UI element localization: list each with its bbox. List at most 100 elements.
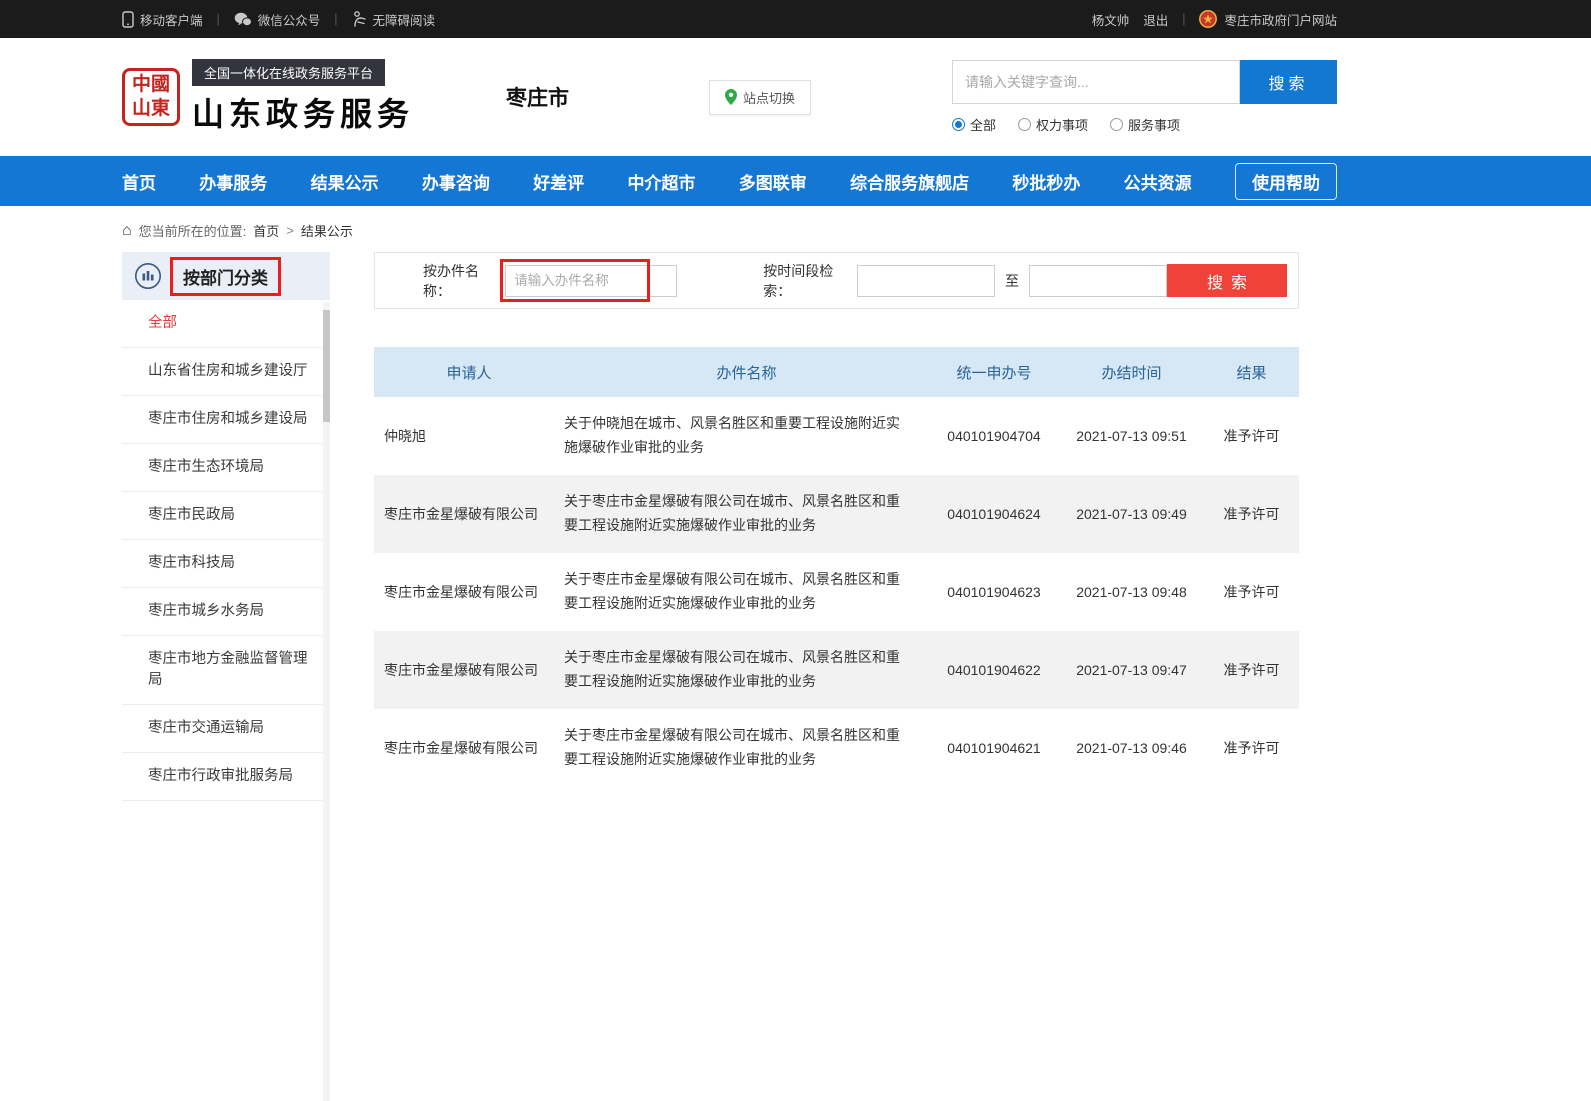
sidebar-scrollbar-track[interactable] [323, 302, 330, 1101]
sidebar-title: 按部门分类 [183, 269, 268, 288]
keyword-search-button[interactable]: 搜索 [1240, 60, 1337, 104]
nav-item-public-resources[interactable]: 公共资源 [1124, 169, 1192, 194]
sidebar-item-province-housing[interactable]: 山东省住房和城乡建设厅 [122, 348, 330, 396]
seal-text-bottom: 山東 [132, 97, 170, 121]
header-apply-no: 统一申办号 [929, 362, 1059, 383]
wechat-label: 微信公众号 [258, 10, 321, 29]
cell-result: 准予许可 [1204, 738, 1299, 758]
annotation-box-department: 按部门分类 [170, 257, 281, 296]
username[interactable]: 杨文帅 [1092, 10, 1130, 29]
radio-option-service-items[interactable]: 服务事项 [1110, 115, 1180, 134]
table-row: 枣庄市金星爆破有限公司 关于枣庄市金星爆破有限公司在城市、风景名胜区和重要工程设… [374, 631, 1299, 709]
filter-bar: 按办件名称： 按时间段检索： 至 搜索 [374, 252, 1299, 309]
site-logo-seal: 中國 山東 [122, 68, 180, 126]
topbar: 移动客户端 | 微信公众号 | 无障碍阅读 杨文帅 退出 | 枣庄市政府门户网站 [0, 0, 1591, 38]
cell-finish-time: 2021-07-13 09:48 [1059, 584, 1204, 600]
cell-apply-no: 040101904622 [929, 662, 1059, 678]
cell-finish-time: 2021-07-13 09:51 [1059, 428, 1204, 444]
sidebar-item-finance-regulation[interactable]: 枣庄市地方金融监督管理局 [122, 636, 330, 705]
cell-case-name: 关于枣庄市金星爆破有限公司在城市、风景名胜区和重要工程设施附近实施爆破作业审批的… [564, 646, 929, 694]
date-to-input[interactable] [1029, 265, 1167, 297]
cell-applicant: 枣庄市金星爆破有限公司 [374, 660, 564, 680]
nav-item-consult[interactable]: 办事咨询 [422, 169, 490, 194]
mobile-client-link[interactable]: 移动客户端 [122, 10, 203, 29]
topbar-separator: | [1182, 12, 1185, 26]
radio-icon[interactable] [1018, 118, 1031, 131]
sidebar-item-admin-approval[interactable]: 枣庄市行政审批服务局 [122, 753, 330, 801]
location-pin-icon [725, 89, 737, 105]
nav-item-multi-review[interactable]: 多图联审 [739, 169, 807, 194]
department-category-icon [134, 262, 162, 290]
cell-result: 准予许可 [1204, 426, 1299, 446]
main-navigation: 首页 办事服务 结果公示 办事咨询 好差评 中介超市 多图联审 综合服务旗舰店 … [0, 156, 1591, 206]
site-header: 中國 山東 全国一体化在线政务服务平台 山东政务服务 枣庄市 站点切换 搜索 全… [0, 38, 1591, 156]
filter-time-label: 按时间段检索： [763, 261, 857, 301]
date-from-input[interactable] [857, 265, 995, 297]
site-title: 山东政务服务 [192, 89, 414, 135]
sidebar-header: 按部门分类 [122, 252, 330, 300]
logout-link[interactable]: 退出 [1143, 10, 1168, 29]
wechat-link[interactable]: 微信公众号 [234, 10, 321, 29]
national-emblem-icon [1199, 10, 1217, 28]
nav-item-flagship-store[interactable]: 综合服务旗舰店 [850, 169, 969, 194]
cell-result: 准予许可 [1204, 660, 1299, 680]
nav-item-results[interactable]: 结果公示 [311, 169, 379, 194]
radio-option-all[interactable]: 全部 [952, 115, 996, 134]
sidebar-item-science-tech[interactable]: 枣庄市科技局 [122, 540, 330, 588]
platform-badge: 全国一体化在线政务服务平台 [192, 59, 385, 86]
page-content: 按部门分类 全部 山东省住房和城乡建设厅 枣庄市住房和城乡建设局 枣庄市生态环境… [122, 252, 1337, 801]
cell-finish-time: 2021-07-13 09:46 [1059, 740, 1204, 756]
home-icon: ⌂ [122, 223, 132, 239]
current-city: 枣庄市 [506, 82, 569, 112]
header-result: 结果 [1204, 362, 1299, 383]
cell-applicant: 仲晓旭 [374, 426, 564, 446]
accessibility-link[interactable]: 无障碍阅读 [352, 10, 436, 29]
site-switch-button[interactable]: 站点切换 [709, 80, 811, 115]
keyword-search-input[interactable] [952, 60, 1240, 104]
breadcrumb-prefix: 您当前所在的位置: [139, 221, 247, 240]
sidebar-item-ecology[interactable]: 枣庄市生态环境局 [122, 444, 330, 492]
results-main: 按办件名称： 按时间段检索： 至 搜索 申请人 办件名称 统一申办号 办结时间 … [374, 252, 1299, 787]
site-switch-label: 站点切换 [743, 88, 795, 107]
radio-icon[interactable] [952, 118, 965, 131]
header-applicant: 申请人 [374, 362, 564, 383]
breadcrumb-home-link[interactable]: 首页 [253, 221, 279, 240]
cell-apply-no: 040101904624 [929, 506, 1059, 522]
cell-apply-no: 040101904704 [929, 428, 1059, 444]
filter-search-button[interactable]: 搜索 [1167, 264, 1287, 297]
cell-applicant: 枣庄市金星爆破有限公司 [374, 582, 564, 602]
cell-case-name: 关于枣庄市金星爆破有限公司在城市、风景名胜区和重要工程设施附近实施爆破作业审批的… [564, 568, 929, 616]
nav-item-home[interactable]: 首页 [122, 169, 156, 194]
radio-icon[interactable] [1110, 118, 1123, 131]
sidebar-item-civil-affairs[interactable]: 枣庄市民政局 [122, 492, 330, 540]
table-row: 枣庄市金星爆破有限公司 关于枣庄市金星爆破有限公司在城市、风景名胜区和重要工程设… [374, 475, 1299, 553]
filter-name-label: 按办件名称： [423, 261, 503, 301]
accessibility-label: 无障碍阅读 [373, 10, 436, 29]
table-header-row: 申请人 办件名称 统一申办号 办结时间 结果 [374, 347, 1299, 397]
sidebar-scrollbar-thumb[interactable] [323, 310, 330, 422]
wechat-icon [234, 12, 252, 27]
site-logo-text: 全国一体化在线政务服务平台 山东政务服务 [192, 59, 414, 135]
nav-item-help[interactable]: 使用帮助 [1235, 163, 1337, 200]
nav-item-instant-approval[interactable]: 秒批秒办 [1012, 169, 1080, 194]
case-name-input[interactable] [505, 265, 677, 297]
header-search-zone: 搜索 全部 权力事项 服务事项 [952, 60, 1337, 134]
portal-link[interactable]: 枣庄市政府门户网站 [1224, 10, 1337, 29]
sidebar-item-water[interactable]: 枣庄市城乡水务局 [122, 588, 330, 636]
sidebar-item-city-housing[interactable]: 枣庄市住房和城乡建设局 [122, 396, 330, 444]
cell-finish-time: 2021-07-13 09:47 [1059, 662, 1204, 678]
nav-item-rating[interactable]: 好差评 [533, 169, 584, 194]
sidebar-item-transport[interactable]: 枣庄市交通运输局 [122, 705, 330, 753]
cell-apply-no: 040101904623 [929, 584, 1059, 600]
sidebar-item-all[interactable]: 全部 [122, 300, 330, 348]
department-list: 全部 山东省住房和城乡建设厅 枣庄市住房和城乡建设局 枣庄市生态环境局 枣庄市民… [122, 300, 330, 801]
nav-item-agency-market[interactable]: 中介超市 [627, 169, 695, 194]
breadcrumb: ⌂ 您当前所在的位置: 首页 > 结果公示 [122, 206, 1337, 252]
topbar-separator: | [217, 12, 220, 26]
breadcrumb-separator: > [286, 223, 294, 238]
nav-item-services[interactable]: 办事服务 [199, 169, 267, 194]
radio-label: 全部 [970, 115, 996, 134]
cell-apply-no: 040101904621 [929, 740, 1059, 756]
radio-option-power-items[interactable]: 权力事项 [1018, 115, 1088, 134]
header-finish-time: 办结时间 [1059, 362, 1204, 383]
